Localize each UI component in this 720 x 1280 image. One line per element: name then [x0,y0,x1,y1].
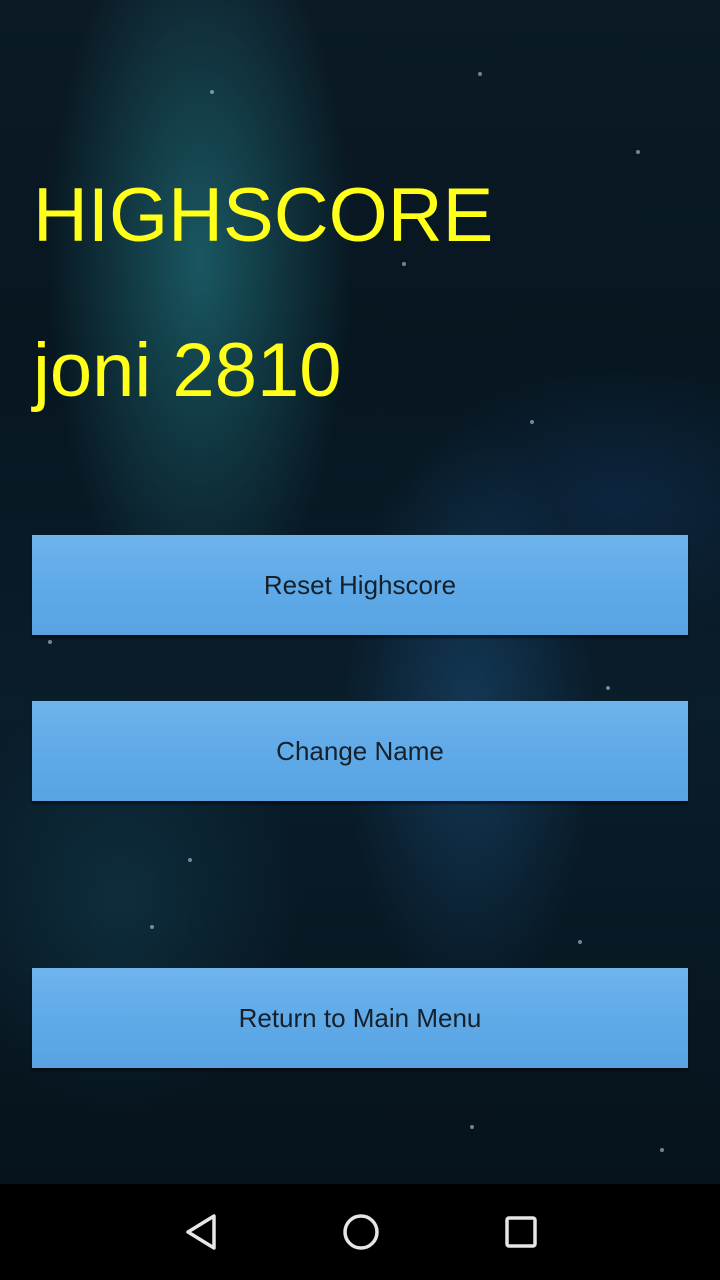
star [660,1148,664,1152]
reset-highscore-button[interactable]: Reset Highscore [32,535,688,635]
star [402,262,406,266]
home-circle-icon[interactable] [333,1204,389,1260]
star [606,686,610,690]
return-to-main-menu-button[interactable]: Return to Main Menu [32,968,688,1068]
star [470,1125,474,1129]
star [530,420,534,424]
star [210,90,214,94]
page-title: HIGHSCORE [33,173,494,258]
change-name-button[interactable]: Change Name [32,701,688,801]
system-navigation-bar [0,1184,720,1280]
star [48,640,52,644]
highscore-screen: HIGHSCORE joni 2810 Reset Highscore Chan… [0,0,720,1280]
highscore-entry: joni 2810 [33,328,342,413]
star [188,858,192,862]
back-triangle-icon[interactable] [174,1204,230,1260]
star [150,925,154,929]
star [478,72,482,76]
recents-square-icon[interactable] [493,1204,549,1260]
star [578,940,582,944]
star [636,150,640,154]
